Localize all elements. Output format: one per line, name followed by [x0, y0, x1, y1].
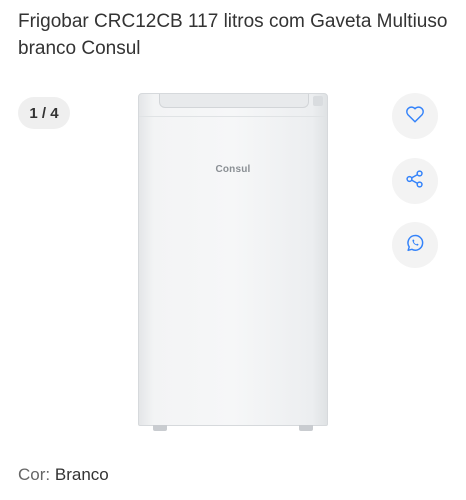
favorite-button[interactable] [392, 93, 438, 139]
whatsapp-icon [404, 232, 426, 259]
product-page: Frigobar CRC12CB 117 litros com Gaveta M… [0, 0, 466, 500]
whatsapp-share-button[interactable] [392, 222, 438, 268]
brand-logo: Consul [215, 164, 251, 175]
color-variant: Cor: Branco [18, 465, 109, 485]
heart-icon [404, 103, 426, 130]
fridge-illustration: Consul [138, 93, 328, 431]
color-variant-label: Cor: [18, 465, 51, 484]
color-variant-value: Branco [54, 465, 109, 484]
image-counter: 1 / 4 [18, 97, 70, 129]
product-image[interactable]: Consul [128, 88, 338, 438]
share-button[interactable] [392, 158, 438, 204]
product-title: Frigobar CRC12CB 117 litros com Gaveta M… [18, 11, 448, 59]
share-icon [404, 168, 426, 195]
